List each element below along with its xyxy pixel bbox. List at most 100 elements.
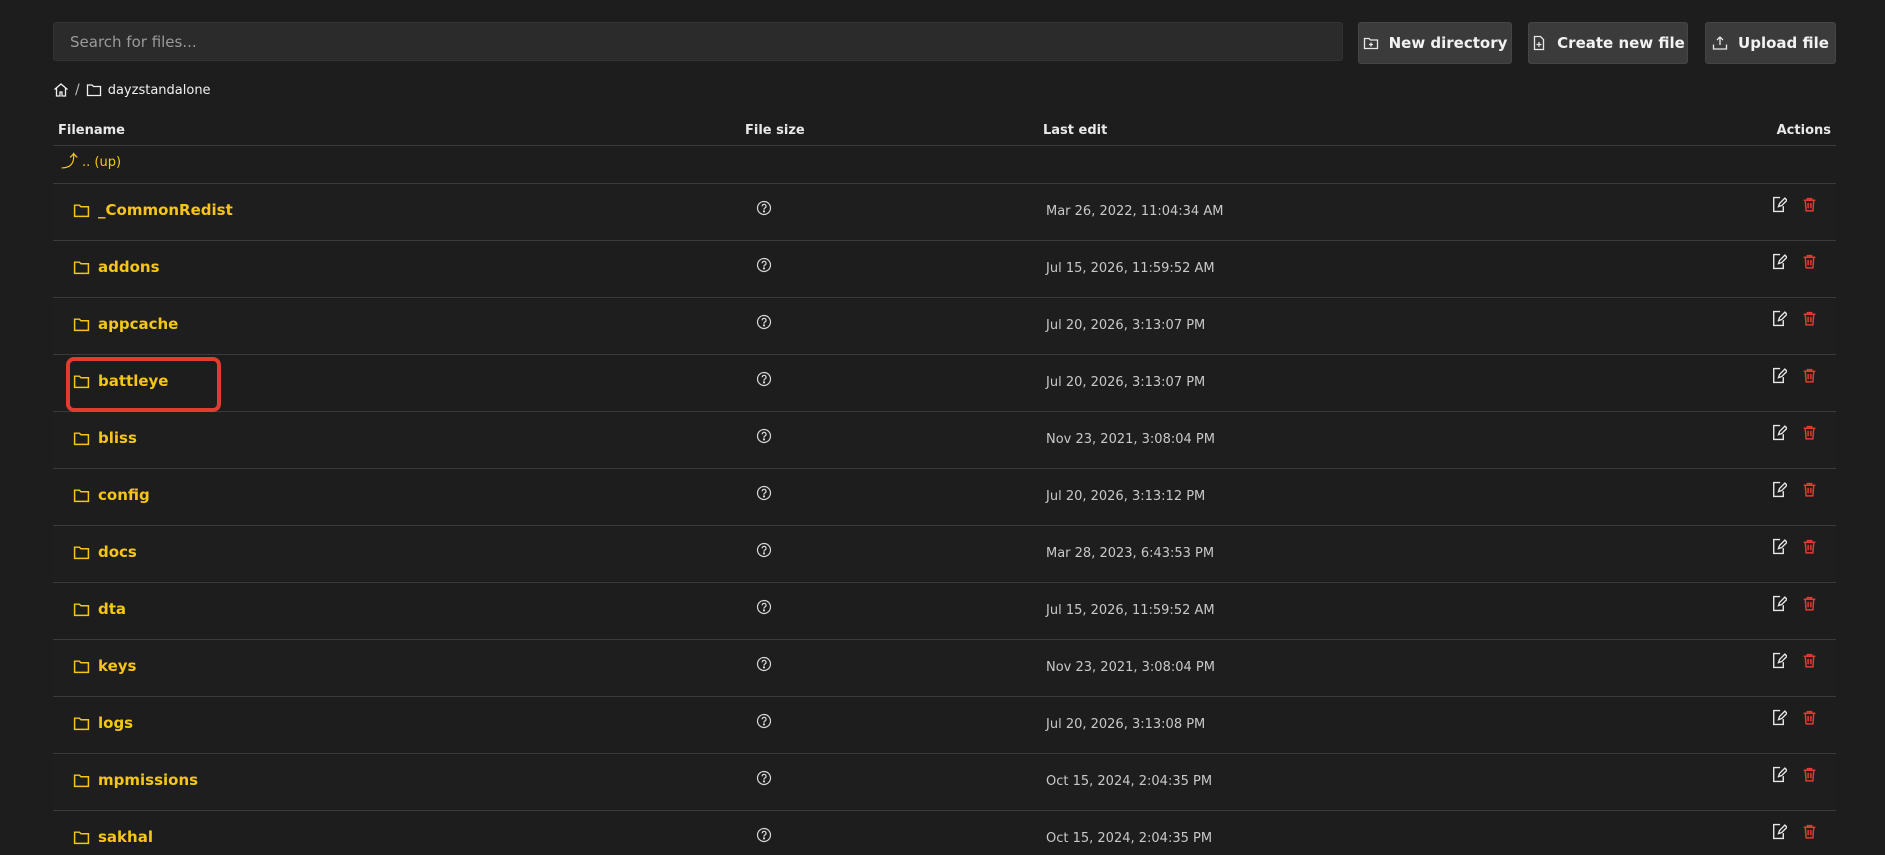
folder-icon (73, 317, 90, 331)
table-row: battleye Jul 20, 2026, 3:13:07 PM (53, 355, 1836, 412)
unknown-size-icon (756, 314, 772, 330)
table-row: sakhal Oct 15, 2024, 2:04:35 PM (53, 811, 1836, 855)
up-row: ⤴ .. (up) (53, 146, 1836, 184)
folder-icon (73, 773, 90, 787)
row-actions (1770, 595, 1818, 612)
toolbar: New directory Create new file Upload fil… (53, 22, 1836, 64)
edit-icon[interactable] (1770, 538, 1787, 555)
up-link[interactable]: ⤴ .. (up) (61, 154, 121, 171)
last-edit: Jul 20, 2026, 3:13:07 PM (1046, 375, 1206, 390)
edit-icon[interactable] (1770, 253, 1787, 270)
unknown-size-icon (756, 371, 772, 387)
unknown-size-icon (756, 542, 772, 558)
delete-icon[interactable] (1801, 595, 1818, 612)
last-edit: Oct 15, 2024, 2:04:35 PM (1046, 774, 1213, 789)
delete-icon[interactable] (1801, 481, 1818, 498)
folder-link[interactable]: dta (73, 600, 126, 618)
edit-icon[interactable] (1770, 709, 1787, 726)
breadcrumb-current[interactable]: dayzstandalone (108, 83, 211, 98)
folder-name: sakhal (98, 828, 153, 846)
folder-name: appcache (98, 315, 179, 333)
folder-link[interactable]: _CommonRedist (73, 201, 233, 219)
delete-icon[interactable] (1801, 538, 1818, 555)
delete-icon[interactable] (1801, 709, 1818, 726)
edit-icon[interactable] (1770, 196, 1787, 213)
upload-icon (1712, 36, 1728, 50)
header-file-size[interactable]: File size (745, 123, 805, 138)
edit-icon[interactable] (1770, 766, 1787, 783)
edit-icon[interactable] (1770, 823, 1787, 840)
folder-plus-icon (1363, 37, 1378, 50)
edit-icon[interactable] (1770, 367, 1787, 384)
row-actions (1770, 310, 1818, 327)
folder-link[interactable]: addons (73, 258, 160, 276)
folder-link[interactable]: config (73, 486, 150, 504)
folder-icon (73, 374, 90, 388)
unknown-size-icon (756, 485, 772, 501)
edit-icon[interactable] (1770, 652, 1787, 669)
search-input[interactable] (53, 22, 1343, 61)
edit-icon[interactable] (1770, 424, 1787, 441)
breadcrumb-separator: / (75, 82, 80, 98)
folder-name: addons (98, 258, 160, 276)
table-row: appcache Jul 20, 2026, 3:13:07 PM (53, 298, 1836, 355)
header-filename[interactable]: Filename (58, 123, 125, 138)
delete-icon[interactable] (1801, 253, 1818, 270)
new-directory-button[interactable]: New directory (1358, 22, 1512, 64)
folder-name: battleye (98, 372, 169, 390)
table-header: Filename File size Last edit Actions (53, 118, 1836, 146)
folder-icon (73, 830, 90, 844)
unknown-size-icon (756, 599, 772, 615)
folder-name: bliss (98, 429, 137, 447)
delete-icon[interactable] (1801, 652, 1818, 669)
folder-icon (73, 488, 90, 502)
edit-icon[interactable] (1770, 310, 1787, 327)
folder-link[interactable]: sakhal (73, 828, 153, 846)
folder-link[interactable]: keys (73, 657, 136, 675)
arrow-up-icon: ⤴ (61, 152, 78, 172)
folder-name: docs (98, 543, 137, 561)
folder-name: keys (98, 657, 137, 675)
edit-icon[interactable] (1770, 595, 1787, 612)
table-row: addons Jul 15, 2026, 11:59:52 AM (53, 241, 1836, 298)
table-row: _CommonRedist Mar 26, 2022, 11:04:34 AM (53, 184, 1836, 241)
table-row: bliss Nov 23, 2021, 3:08:04 PM (53, 412, 1836, 469)
header-last-edit[interactable]: Last edit (1043, 123, 1107, 138)
delete-icon[interactable] (1801, 766, 1818, 783)
row-actions (1770, 481, 1818, 498)
last-edit: Jul 20, 2026, 3:13:08 PM (1046, 717, 1206, 732)
folder-link[interactable]: appcache (73, 315, 178, 333)
unknown-size-icon (756, 428, 772, 444)
table-row: dta Jul 15, 2026, 11:59:52 AM (53, 583, 1836, 640)
row-actions (1770, 253, 1818, 270)
folder-icon (73, 545, 90, 559)
header-actions: Actions (1776, 123, 1831, 138)
last-edit: Nov 23, 2021, 3:08:04 PM (1046, 432, 1215, 447)
file-manager-page: New directory Create new file Upload fil… (0, 0, 1885, 855)
edit-icon[interactable] (1770, 481, 1787, 498)
home-icon[interactable] (53, 82, 69, 98)
last-edit: Mar 28, 2023, 6:43:53 PM (1046, 546, 1215, 561)
delete-icon[interactable] (1801, 823, 1818, 840)
delete-icon[interactable] (1801, 367, 1818, 384)
create-new-file-button[interactable]: Create new file (1528, 22, 1688, 64)
folder-link[interactable]: docs (73, 543, 137, 561)
delete-icon[interactable] (1801, 310, 1818, 327)
upload-file-label: Upload file (1738, 34, 1829, 52)
folder-link[interactable]: logs (73, 714, 133, 732)
folder-icon (73, 431, 90, 445)
folder-link[interactable]: bliss (73, 429, 137, 447)
row-actions (1770, 367, 1818, 384)
upload-file-button[interactable]: Upload file (1705, 22, 1836, 64)
last-edit: Jul 20, 2026, 3:13:07 PM (1046, 318, 1206, 333)
unknown-size-icon (756, 200, 772, 216)
row-actions (1770, 709, 1818, 726)
folder-link[interactable]: battleye (73, 372, 168, 390)
delete-icon[interactable] (1801, 424, 1818, 441)
folder-link[interactable]: mpmissions (73, 771, 198, 789)
folder-name: logs (98, 714, 134, 732)
last-edit: Jul 15, 2026, 11:59:52 AM (1046, 261, 1215, 276)
delete-icon[interactable] (1801, 196, 1818, 213)
row-actions (1770, 538, 1818, 555)
folder-name: config (98, 486, 150, 504)
